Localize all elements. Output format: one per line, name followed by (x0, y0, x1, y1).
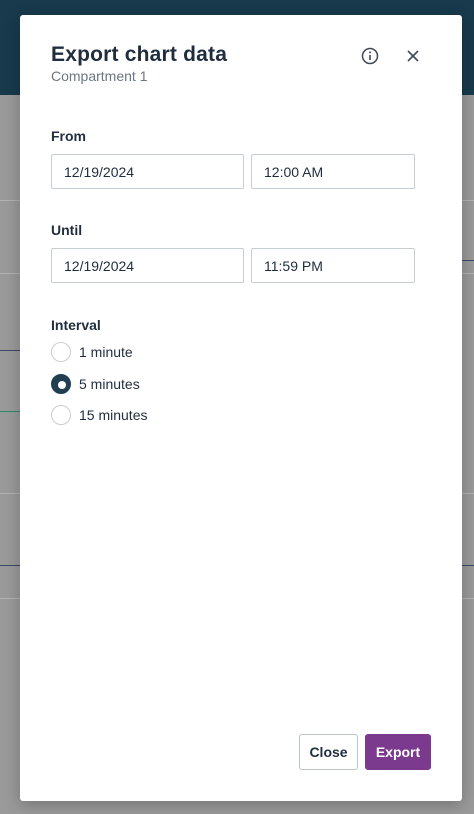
background-chart-line (0, 565, 20, 566)
radio-label: 5 minutes (79, 376, 140, 392)
from-date-input[interactable]: 12/19/2024 (51, 154, 244, 189)
interval-option-15-minutes[interactable]: 15 minutes (51, 404, 147, 426)
radio-label: 15 minutes (79, 407, 148, 423)
until-label: Until (51, 222, 83, 238)
dialog-subtitle: Compartment 1 (51, 68, 148, 84)
from-time-value: 12:00 AM (264, 163, 324, 180)
close-x-icon (407, 50, 419, 62)
dialog-title: Export chart data (51, 43, 228, 66)
interval-option-5-minutes[interactable]: 5 minutes (51, 373, 140, 395)
background-chart-line (462, 260, 474, 261)
background-chart-line (0, 350, 20, 351)
info-icon[interactable] (359, 45, 381, 67)
from-label: From (51, 128, 86, 144)
until-date-input[interactable]: 12/19/2024 (51, 248, 244, 283)
background-chart-line (0, 411, 20, 412)
radio-label: 1 minute (79, 344, 133, 360)
until-time-input[interactable]: 11:59 PM (251, 248, 415, 283)
from-date-value: 12/19/2024 (64, 163, 135, 180)
close-button[interactable]: Close (299, 734, 358, 770)
from-time-input[interactable]: 12:00 AM (251, 154, 415, 189)
interval-option-1-minute[interactable]: 1 minute (51, 341, 133, 363)
close-icon[interactable] (402, 45, 424, 67)
info-circle-icon (361, 47, 379, 65)
export-chart-data-dialog: Export chart data Compartment 1 From 12/… (20, 15, 462, 801)
background-chart-line (462, 565, 474, 566)
radio-button[interactable] (51, 342, 71, 362)
until-date-value: 12/19/2024 (64, 257, 135, 274)
interval-label: Interval (51, 317, 101, 333)
radio-button-selected[interactable] (51, 374, 71, 394)
until-time-value: 11:59 PM (264, 257, 323, 274)
radio-button[interactable] (51, 405, 71, 425)
export-button[interactable]: Export (365, 734, 431, 770)
